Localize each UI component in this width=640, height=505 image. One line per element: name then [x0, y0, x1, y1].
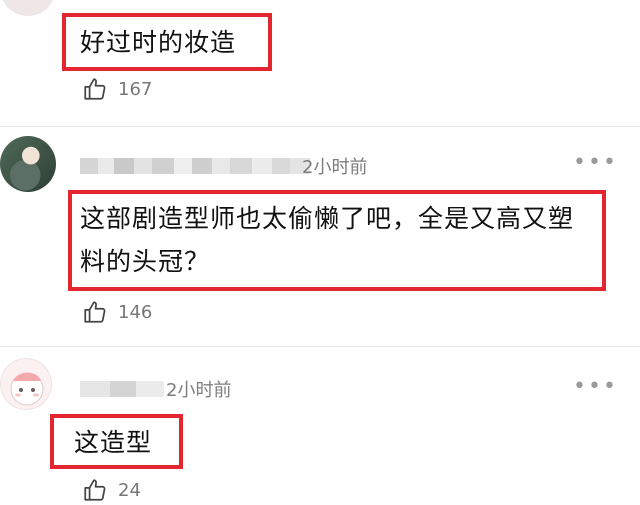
comment-3-like-count: 24	[118, 479, 141, 501]
comment-1-text: 好过时的妆造	[80, 28, 237, 57]
comment-1-text-box: 好过时的妆造	[62, 13, 272, 71]
avatar[interactable]	[0, 136, 56, 192]
divider-2	[0, 346, 640, 347]
thumbs-up-icon	[84, 301, 106, 323]
cartoon-avatar-icon	[10, 372, 44, 406]
comment-2-time: 2小时前	[302, 157, 368, 178]
thumbs-up-icon	[84, 479, 106, 501]
comment-2-like-button[interactable]: 146	[82, 299, 152, 325]
comment-1-like-count: 167	[118, 78, 153, 100]
avatar[interactable]	[0, 358, 52, 410]
more-dots-icon[interactable]: •••	[573, 150, 618, 175]
comment-2-text-line1: 这部剧造型师也太偷懒了吧，全是又高又塑	[80, 204, 575, 233]
comment-2-like-count: 146	[118, 301, 153, 323]
more-dots-icon[interactable]: •••	[573, 374, 618, 399]
divider-1	[0, 126, 640, 127]
avatar-cut[interactable]	[0, 0, 56, 16]
comment-3-like-button[interactable]: 24	[82, 477, 141, 503]
comment-3-time: 2小时前	[166, 380, 232, 401]
comment-3-text-box: 这造型	[50, 414, 183, 469]
comment-1-like-button[interactable]: 167	[82, 76, 152, 102]
comment-2-text-box: 这部剧造型师也太偷懒了吧，全是又高又塑 料的头冠？	[68, 190, 606, 291]
comment-2-text-line2: 料的头冠？	[80, 247, 211, 276]
username-blurred[interactable]	[80, 157, 310, 175]
thumbs-up-icon	[84, 78, 106, 100]
comment-3-text: 这造型	[74, 428, 153, 457]
username-blurred[interactable]	[80, 380, 164, 398]
